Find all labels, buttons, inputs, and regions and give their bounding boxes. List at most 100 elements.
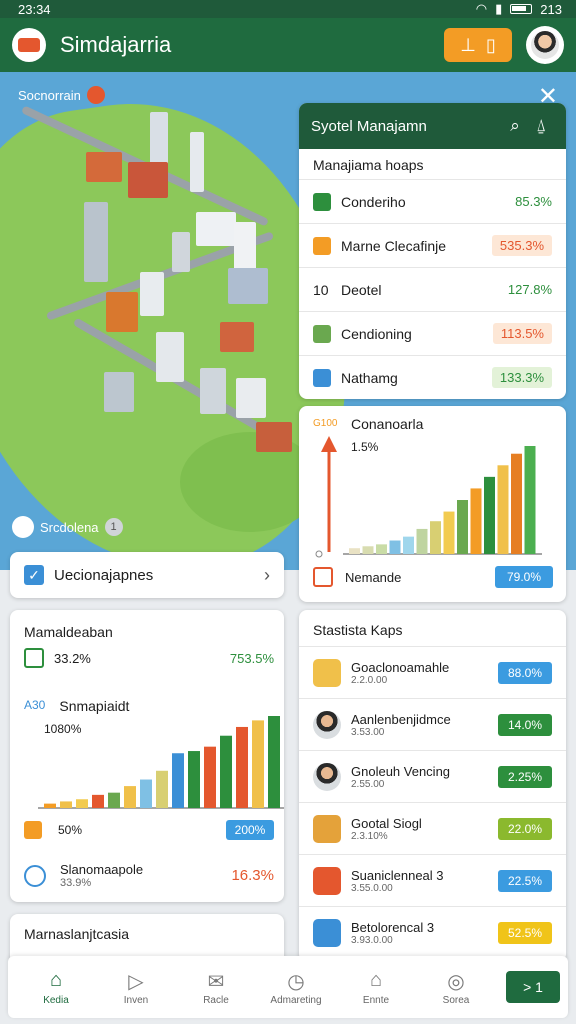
bell-icon[interactable]: ⍙	[528, 116, 554, 136]
map-location-label[interactable]: Socnorrain	[18, 86, 105, 104]
chart-bar	[484, 476, 495, 554]
stat-title: Betolorencal 3	[351, 919, 435, 935]
user-avatar	[313, 710, 341, 739]
chart-bar	[362, 546, 374, 554]
row-icon	[313, 324, 331, 343]
chart-bar	[252, 720, 264, 808]
chart-bar	[457, 500, 468, 554]
statistics-row[interactable]: Gnoleuh Vencing 2.55.00 2.25%	[299, 750, 566, 802]
row-label: Marne Clecafinje	[341, 237, 447, 254]
chart-bar	[430, 521, 441, 554]
growth-chart-card[interactable]: G100 Conanoarla 1.5% Nemande 79.0%	[299, 406, 566, 602]
row-icon	[313, 192, 331, 211]
chart-footer-value[interactable]: 79.0%	[495, 566, 553, 588]
chart-title: Conanoarla	[351, 416, 424, 432]
stat-value-pill[interactable]: 22.5%	[498, 869, 552, 892]
chart-header: A30 Snmapiaidt	[24, 698, 129, 714]
chevron-right-icon: ›	[264, 564, 270, 585]
map-building	[140, 272, 164, 316]
chart-bar	[140, 779, 152, 808]
chart-tag: A30	[24, 698, 46, 712]
row-value: 85.3%	[515, 194, 552, 209]
row-icon	[313, 236, 331, 255]
chart-bar	[268, 716, 280, 808]
system-row[interactable]: Conderiho 85.3%	[299, 179, 566, 223]
management-bar-chart	[38, 716, 284, 809]
category-icon	[313, 866, 341, 895]
bottom-card-title: Marnaslanjtcasia	[24, 926, 130, 942]
stat-sub: 3.93.0.00	[351, 934, 393, 946]
chart-bar	[443, 511, 455, 554]
chart-bar	[44, 803, 56, 808]
row-label: Deotel	[341, 281, 382, 298]
next-button[interactable]: > 1	[506, 971, 560, 1003]
nav-item[interactable]: ⌂ Kedia	[16, 969, 96, 1006]
chart-bar	[220, 735, 232, 808]
detail-pct: 16.3%	[231, 867, 274, 884]
map-building	[172, 232, 190, 272]
axis-origin	[315, 550, 323, 558]
app-title: Simdajarria	[60, 32, 172, 57]
map-building	[196, 212, 236, 246]
decision-label: Uecionajapnes	[54, 566, 154, 584]
home-icon: ⌂	[49, 968, 63, 991]
chart-value: 1080%	[44, 722, 82, 736]
avatar[interactable]	[526, 26, 564, 64]
system-row[interactable]: Cendioning 113.5%	[299, 311, 566, 355]
chart-bar	[172, 753, 184, 808]
clipboard-icon: ▯	[485, 34, 496, 55]
nav-label: Admareting	[270, 994, 322, 1006]
system-management-panel: Syotel Manajamn ⌕ ⍙ Manajiama hoaps Cond…	[299, 103, 566, 399]
stat-sub: 2.55.00	[351, 778, 385, 790]
checkbox-icon[interactable]: ✓	[24, 565, 44, 585]
search-icon[interactable]: ⌕	[502, 116, 528, 136]
map-footer[interactable]: Srcdolena 1	[12, 516, 123, 538]
statistics-row[interactable]: Gootal Siogl 2.3.10% 22.0%	[299, 802, 566, 854]
folder-icon	[24, 821, 42, 839]
statistics-row[interactable]: Betolorencal 3 3.93.0.00 52.5%	[299, 906, 566, 958]
system-row[interactable]: Marne Clecafinje 535.3%	[299, 223, 566, 267]
detail-title: Slanomaapole	[60, 862, 144, 877]
stat-value-pill[interactable]: 88.0%	[498, 661, 552, 684]
stat-value-pill[interactable]: 14.0%	[498, 713, 552, 736]
chart-bar	[76, 799, 88, 808]
nav-item[interactable]: ▷ Inven	[96, 969, 176, 1006]
statistics-row[interactable]: Aanlenbenjidmce 3.53.00 14.0%	[299, 698, 566, 750]
user-icon: ⊥	[460, 34, 476, 55]
metric-pill[interactable]: 200%	[226, 820, 274, 840]
nav-item[interactable]: ⌂ Ennte	[336, 969, 416, 1006]
statistics-row[interactable]: Goaclonoamahle 2.2.0.00 88.0%	[299, 646, 566, 698]
chart-bar	[524, 446, 536, 554]
nav-item[interactable]: ✉ Racle	[176, 969, 256, 1006]
row-value: 113.5%	[492, 323, 552, 344]
stat-value-pill[interactable]: 22.0%	[498, 817, 552, 840]
chart-bar	[511, 453, 522, 554]
chart-bar	[204, 746, 216, 808]
timer-icon: ◷	[287, 970, 305, 993]
chart-bar	[108, 792, 120, 808]
chart-footer: Nemande 79.0%	[313, 566, 553, 588]
nav-item[interactable]: ◎ Sorea	[416, 969, 496, 1006]
signal-icon: ▮	[495, 1, 503, 16]
detail-sub: 33.9%	[60, 877, 92, 889]
stat-title: Gootal Siogl	[351, 815, 422, 831]
system-row[interactable]: 10 Deotel 127.8%	[299, 267, 566, 311]
play-icon: ▷	[128, 970, 144, 993]
map-building	[228, 268, 268, 304]
management-detail-row[interactable]: Slanomaapole 33.9% 16.3%	[24, 862, 274, 889]
chart-bar	[403, 536, 414, 554]
system-row[interactable]: Nathamg 133.3%	[299, 355, 566, 399]
stat-title: Gnoleuh Vencing	[351, 763, 451, 779]
status-bar: 23:34 ◠ ▮ 213	[0, 0, 576, 18]
chart-footer-label: Nemande	[345, 569, 402, 585]
category-icon	[313, 658, 341, 687]
chart-bar	[349, 548, 360, 554]
stat-value-pill[interactable]: 2.25%	[498, 765, 552, 788]
stat-value-pill[interactable]: 52.5%	[498, 921, 552, 944]
chart-value: 1.5%	[351, 440, 379, 454]
stat-sub: 3.55.0.00	[351, 882, 393, 894]
decision-card[interactable]: ✓ Uecionajapnes ›	[10, 552, 284, 598]
nav-item[interactable]: ◷ Admareting	[256, 969, 336, 1006]
statistics-row[interactable]: Suaniclenneal 3 3.55.0.00 22.5%	[299, 854, 566, 906]
profile-actions-button[interactable]: ⊥ ▯	[444, 28, 512, 62]
